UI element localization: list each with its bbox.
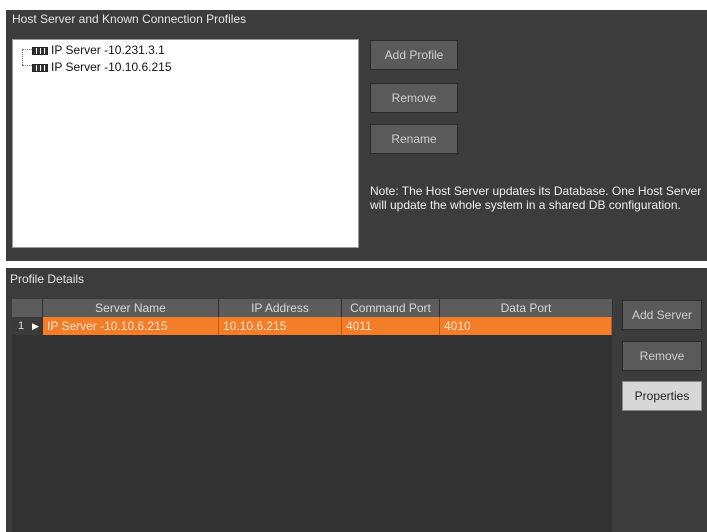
triangle-right-icon: ▶: [32, 321, 39, 331]
server-grid[interactable]: Server Name IP Address Command Port Data…: [12, 299, 613, 532]
profile-details-title: Profile Details: [10, 272, 85, 286]
tree-item-profile-1[interactable]: IP Server -10.231.3.1: [32, 42, 165, 58]
tree-connector: [22, 49, 32, 50]
column-header-data-port[interactable]: Data Port: [440, 299, 613, 317]
column-header-command-port[interactable]: Command Port: [342, 299, 440, 317]
tree-connector: [22, 65, 32, 66]
note-text: Note: The Host Server updates its Databa…: [370, 184, 702, 212]
remove-profile-button[interactable]: Remove: [370, 83, 458, 113]
tree-item-label: IP Server -10.10.6.215: [51, 60, 172, 74]
column-header-server-name[interactable]: Server Name: [43, 299, 219, 317]
column-header-ip-address[interactable]: IP Address: [219, 299, 342, 317]
cell-command-port[interactable]: 4011: [342, 317, 440, 335]
tree-item-label: IP Server -10.231.3.1: [51, 43, 165, 57]
rename-profile-button[interactable]: Rename: [370, 124, 458, 154]
cell-data-port[interactable]: 4010: [440, 317, 612, 335]
tree-connector: [22, 49, 23, 65]
profile-tree[interactable]: IP Server -10.231.3.1 IP Server -10.10.6…: [12, 39, 359, 248]
grid-header: Server Name IP Address Command Port Data…: [12, 299, 613, 317]
server-icon: [32, 63, 48, 72]
host-server-panel-title: Host Server and Known Connection Profile…: [12, 12, 247, 26]
properties-button[interactable]: Properties: [622, 381, 702, 411]
host-server-panel: Host Server and Known Connection Profile…: [6, 10, 707, 261]
tree-item-profile-2[interactable]: IP Server -10.10.6.215: [32, 59, 172, 75]
cell-server-name[interactable]: IP Server -10.10.6.215: [43, 317, 219, 335]
row-number: 1 ▶: [12, 317, 42, 335]
row-number-label: 1: [18, 320, 25, 332]
remove-server-button[interactable]: Remove: [622, 341, 702, 371]
server-icon: [32, 46, 48, 55]
row-header-corner: [12, 299, 43, 317]
add-server-button[interactable]: Add Server: [622, 300, 702, 330]
cell-ip-address[interactable]: 10.10.6.215: [219, 317, 342, 335]
table-row[interactable]: 1 ▶ IP Server -10.10.6.215 10.10.6.215 4…: [12, 317, 612, 335]
profile-details-panel: Profile Details Server Name IP Address C…: [6, 268, 707, 532]
add-profile-button[interactable]: Add Profile: [370, 40, 458, 70]
